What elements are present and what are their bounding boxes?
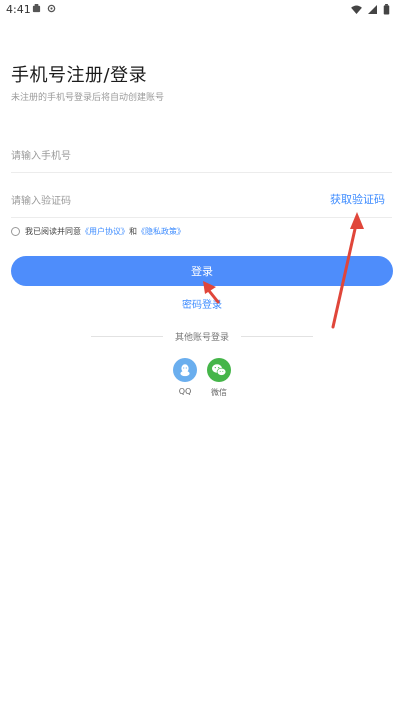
phone-input[interactable] — [11, 146, 311, 166]
annotation-arrows — [203, 212, 364, 329]
qq-login-button[interactable]: QQ — [170, 358, 200, 396]
other-login-label: 其他账号登录 — [175, 332, 230, 343]
status-time: 4:41 — [6, 3, 31, 16]
signal-icon — [368, 5, 377, 14]
phone-field-row — [11, 136, 392, 173]
other-login-divider: 其他账号登录 — [91, 329, 314, 343]
login-button[interactable]: 登录 — [11, 256, 393, 286]
wechat-login-button[interactable]: 微信 — [204, 358, 234, 398]
qq-icon — [173, 358, 197, 382]
agreement-prefix: 我已阅读并同意 — [25, 226, 81, 236]
get-code-button[interactable]: 获取验证码 — [330, 191, 385, 207]
divider-line-right — [241, 335, 314, 337]
password-login-link[interactable]: 密码登录 — [0, 296, 404, 311]
privacy-policy-link[interactable]: 《隐私政策》 — [137, 226, 185, 237]
page-subtitle: 未注册的手机号登录后将自动创建账号 — [11, 93, 165, 103]
agreement-checkbox[interactable] — [11, 226, 20, 236]
agreement-and: 和 — [129, 226, 137, 236]
page-title: 手机号注册/登录 — [11, 65, 148, 86]
qq-label: QQ — [178, 387, 192, 396]
wifi-icon — [351, 5, 362, 14]
code-field-row: 获取验证码 — [11, 181, 392, 218]
status-bar: 4:41 — [0, 0, 404, 22]
wechat-label: 微信 — [211, 388, 227, 397]
verification-code-input[interactable] — [11, 191, 311, 211]
agreement-row: 我已阅读并同意 《用户协议》 和 《隐私政策》 — [11, 224, 185, 238]
user-agreement-link[interactable]: 《用户协议》 — [81, 226, 129, 237]
notification-icon — [32, 4, 41, 13]
wechat-icon — [207, 358, 231, 382]
battery-icon — [383, 4, 390, 15]
divider-line-left — [91, 335, 163, 337]
sync-icon — [47, 4, 56, 13]
